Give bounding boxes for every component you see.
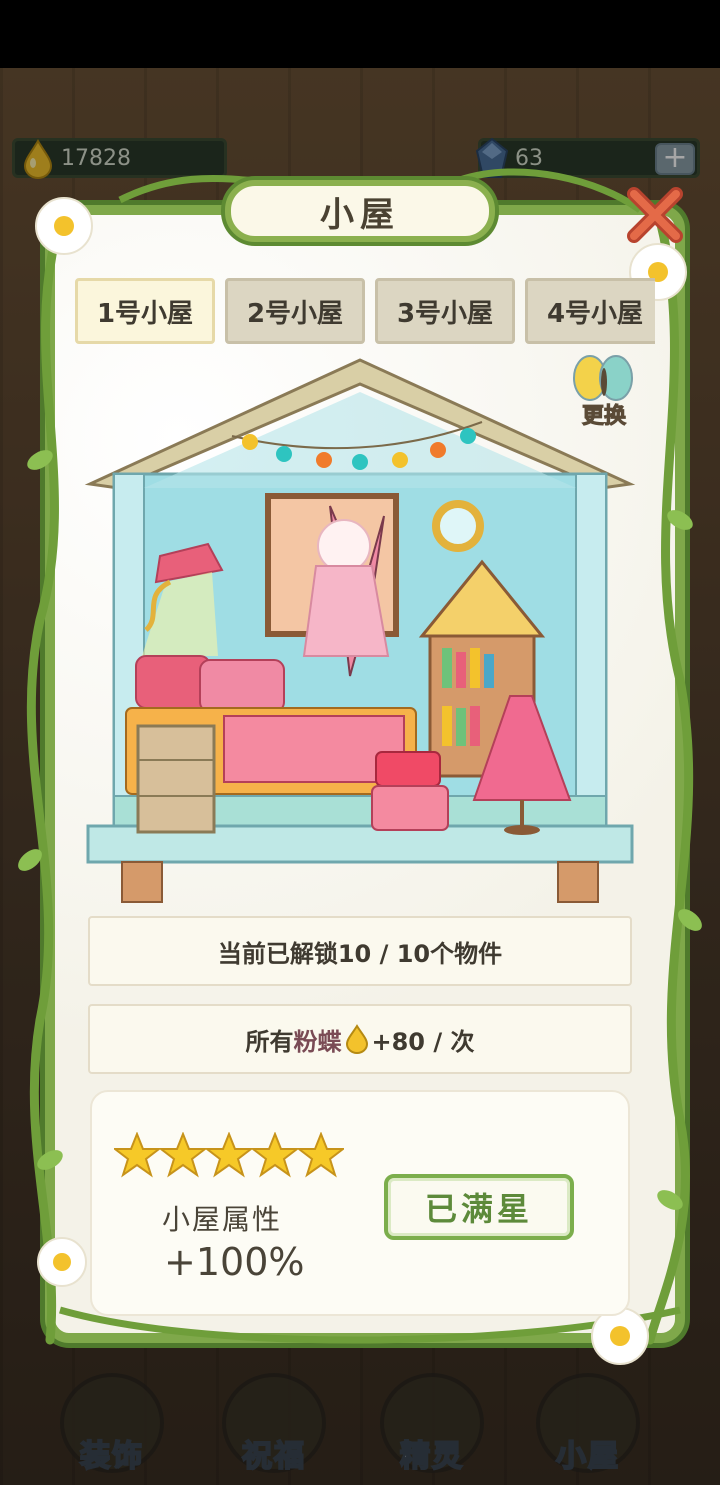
close-icon[interactable]: [620, 180, 690, 250]
stats-card: 小屋属性 +100% 已满星: [90, 1090, 630, 1316]
swap-button[interactable]: 更换: [566, 352, 642, 436]
attribute-value: +100%: [164, 1240, 305, 1284]
star-icon: [206, 1132, 252, 1178]
status-bar: [0, 0, 720, 68]
drop-icon: [345, 1024, 368, 1054]
bonus-highlight: 粉蝶: [293, 1027, 342, 1056]
bonus-info: 所有 粉蝶 +80 / 次: [88, 1004, 632, 1074]
star-rating: [114, 1132, 354, 1180]
tab-cottage-2[interactable]: 2号小屋: [225, 278, 365, 344]
swap-label: 更换: [581, 404, 626, 430]
max-star-button[interactable]: 已满星: [384, 1174, 574, 1240]
tab-cottage-4[interactable]: 4号小屋: [525, 278, 655, 344]
panel-title: 小屋: [320, 194, 400, 235]
star-icon: [298, 1132, 344, 1178]
star-icon: [114, 1132, 160, 1178]
cottage-tabs: 1号小屋 2号小屋 3号小屋 4号小屋: [75, 278, 655, 344]
cottage-illustration: [84, 358, 636, 903]
tab-cottage-1[interactable]: 1号小屋: [75, 278, 215, 344]
star-icon: [160, 1132, 206, 1178]
panel-title-plate: 小屋: [225, 180, 495, 242]
unlock-status: 当前已解锁10 / 10个物件: [88, 916, 632, 986]
attribute-label: 小屋属性: [162, 1203, 283, 1236]
star-icon: [252, 1132, 298, 1178]
tab-cottage-3[interactable]: 3号小屋: [375, 278, 515, 344]
